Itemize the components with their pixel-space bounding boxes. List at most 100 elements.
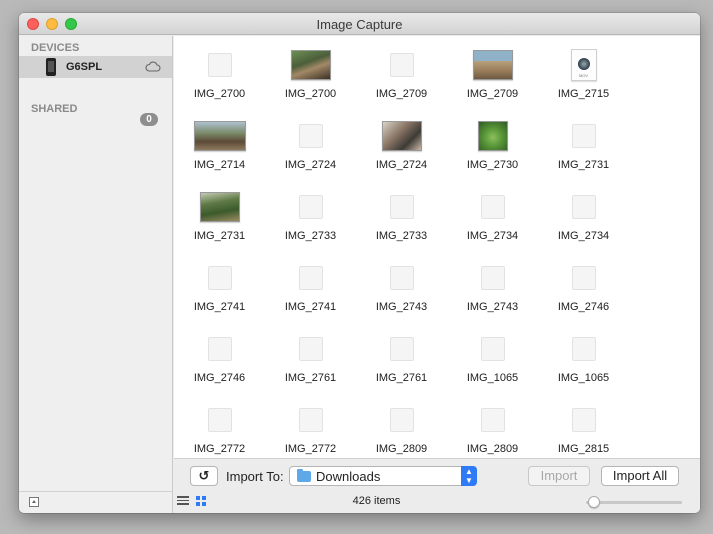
thumbnail-image-slot — [447, 118, 538, 154]
thumbnail-placeholder — [207, 266, 232, 290]
thumbnail-placeholder — [298, 124, 323, 148]
thumbnail-item[interactable]: IMG_2700 — [265, 36, 356, 107]
thumbnail-item[interactable]: IMG_2730 — [447, 107, 538, 178]
thumbnail-label: IMG_2743 — [375, 301, 428, 313]
thumbnail-label: IMG_2734 — [557, 230, 610, 242]
thumbnail-item[interactable]: IMG_2733 — [356, 178, 447, 249]
thumbnail-placeholder — [389, 408, 414, 432]
thumbnail-item[interactable]: IMG_2714 — [174, 107, 265, 178]
thumbnail-image-slot — [447, 47, 538, 83]
thumbnail-image-slot — [265, 47, 356, 83]
thumbnail-image-slot — [447, 189, 538, 225]
thumbnail-browser[interactable]: IMG_2700 IMG_2700 IMG_2709 IMG_2709 IMG_2715… — [174, 36, 700, 458]
thumbnail-photo — [199, 192, 240, 222]
thumbnail-image-slot — [538, 331, 629, 367]
thumbnail-placeholder — [298, 337, 323, 361]
thumbnail-image-slot — [538, 402, 629, 438]
thumbnail-image-slot — [538, 189, 629, 225]
thumbnail-label: IMG_2724 — [284, 159, 337, 171]
thumbnail-item[interactable]: IMG_2815 — [538, 391, 629, 458]
thumbnail-item[interactable]: IMG_2761 — [265, 320, 356, 391]
thumbnail-item[interactable]: IMG_1065 — [538, 320, 629, 391]
thumbnail-image-slot — [356, 402, 447, 438]
thumbnail-label: IMG_2731 — [557, 159, 610, 171]
thumbnail-label: IMG_2761 — [284, 372, 337, 384]
thumbnail-image-slot — [174, 118, 265, 154]
thumbnail-placeholder — [389, 266, 414, 290]
thumbnail-item[interactable]: IMG_2809 — [356, 391, 447, 458]
thumbnail-image-slot — [356, 331, 447, 367]
thumbnail-placeholder — [298, 266, 323, 290]
thumbnail-item[interactable]: IMG_2731 — [538, 107, 629, 178]
thumbnail-item[interactable]: IMG_2734 — [447, 178, 538, 249]
thumbnail-placeholder — [571, 195, 596, 219]
thumbnail-photo — [472, 50, 513, 80]
rotate-button[interactable]: ↺ — [190, 466, 218, 486]
thumbnail-placeholder — [207, 408, 232, 432]
sidebar: DEVICES G6SPL SHARED 0 — [19, 36, 173, 513]
sidebar-item-device[interactable]: G6SPL — [19, 56, 172, 78]
thumbnail-item[interactable]: IMG_2746 — [538, 249, 629, 320]
thumbnail-item[interactable]: IMG_2772 — [265, 391, 356, 458]
thumbnail-item[interactable]: IMG_2709 — [447, 36, 538, 107]
thumbnail-placeholder — [389, 195, 414, 219]
thumbnail-label: IMG_2772 — [284, 443, 337, 455]
show-hide-sidebar-icon[interactable] — [29, 497, 39, 507]
thumbnail-item[interactable]: IMG_2715 — [538, 36, 629, 107]
thumbnail-item[interactable]: IMG_2700 — [174, 36, 265, 107]
thumbnail-image-slot — [265, 189, 356, 225]
shared-header: SHARED — [31, 103, 78, 115]
bottom-toolbar: ↺ Import To: Downloads ▲ ▼ Import Import … — [174, 458, 700, 513]
thumbnail-label: IMG_2733 — [284, 230, 337, 242]
thumbnail-item[interactable]: IMG_2724 — [356, 107, 447, 178]
thumbnail-image-slot — [174, 260, 265, 296]
thumbnail-item[interactable]: IMG_2772 — [174, 391, 265, 458]
thumbnail-placeholder — [480, 337, 505, 361]
thumbnail-image-slot — [356, 118, 447, 154]
thumbnail-label: IMG_2731 — [193, 230, 246, 242]
thumbnail-placeholder — [571, 266, 596, 290]
thumbnail-item[interactable]: IMG_2731 — [174, 178, 265, 249]
window-title: Image Capture — [316, 17, 403, 32]
thumbnail-item[interactable]: IMG_2746 — [174, 320, 265, 391]
thumbnail-item[interactable]: IMG_2743 — [447, 249, 538, 320]
thumbnail-label: IMG_2700 — [193, 88, 246, 100]
thumbnail-label: IMG_2743 — [466, 301, 519, 313]
thumbnail-label: IMG_2815 — [557, 443, 610, 455]
thumbnail-label: IMG_1065 — [466, 372, 519, 384]
thumbnail-placeholder — [298, 408, 323, 432]
thumbnail-item[interactable]: IMG_2709 — [356, 36, 447, 107]
thumbnail-photo — [477, 121, 508, 151]
import-destination-select[interactable]: Downloads ▲ ▼ — [289, 466, 477, 486]
thumbnail-label: IMG_1065 — [557, 372, 610, 384]
thumbnail-label: IMG_2709 — [466, 88, 519, 100]
thumbnail-item[interactable]: IMG_2741 — [174, 249, 265, 320]
thumbnail-label: IMG_2709 — [375, 88, 428, 100]
folder-icon — [297, 469, 311, 482]
thumbnail-item[interactable]: IMG_2733 — [265, 178, 356, 249]
thumbnail-placeholder — [480, 195, 505, 219]
thumbnail-item[interactable]: IMG_2761 — [356, 320, 447, 391]
thumbnail-image-slot — [538, 260, 629, 296]
thumbnail-item[interactable]: IMG_2743 — [356, 249, 447, 320]
import-all-button[interactable]: Import All — [601, 466, 679, 486]
thumbnail-item[interactable]: IMG_2724 — [265, 107, 356, 178]
thumbnail-size-slider-knob[interactable] — [587, 496, 600, 508]
thumbnail-label: IMG_2809 — [375, 443, 428, 455]
thumbnail-image-slot — [265, 260, 356, 296]
thumbnail-placeholder — [207, 337, 232, 361]
thumbnail-label: IMG_2730 — [466, 159, 519, 171]
import-button[interactable]: Import — [528, 466, 590, 486]
thumbnail-item[interactable]: IMG_2809 — [447, 391, 538, 458]
image-capture-window: Image Capture DEVICES G6SPL SHARED 0 IMG… — [19, 13, 700, 513]
sidebar-footer — [19, 491, 172, 513]
thumbnail-image-slot — [174, 331, 265, 367]
thumbnail-image-slot — [265, 331, 356, 367]
thumbnail-item[interactable]: IMG_2734 — [538, 178, 629, 249]
thumbnail-item[interactable]: IMG_2741 — [265, 249, 356, 320]
thumbnail-item[interactable]: IMG_1065 — [447, 320, 538, 391]
thumbnail-image-slot — [447, 402, 538, 438]
thumbnail-size-slider[interactable] — [586, 501, 682, 504]
cloud-eject-icon[interactable] — [145, 61, 161, 73]
thumbnail-photo — [381, 121, 422, 151]
